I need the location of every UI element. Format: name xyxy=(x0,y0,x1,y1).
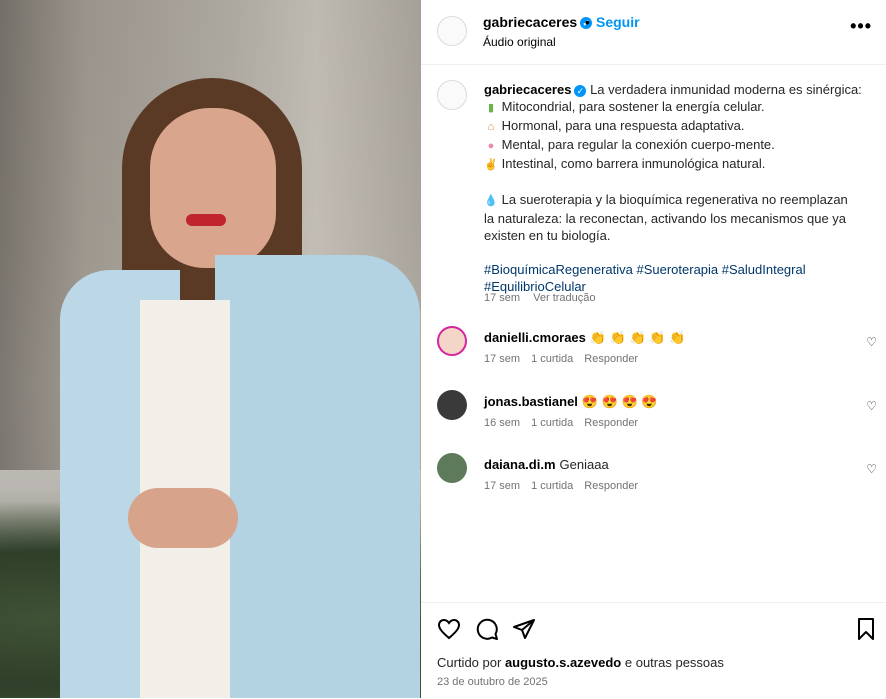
battery-icon: ▮ xyxy=(487,102,495,114)
comment-time: 16 sem xyxy=(484,417,521,429)
comment-meta: 17 sem 1 curtida Responder xyxy=(484,480,649,492)
comment-item: danielli.cmoraes 👏 👏 👏 👏 👏 17 sem 1 curtid… xyxy=(421,326,886,378)
caption-paragraph-line: existen en tu biología. xyxy=(484,228,611,243)
commenter-username[interactable]: daiana.di.m xyxy=(484,457,556,472)
caption-item-text: Mental, para regular la conexión cuerpo-… xyxy=(501,137,775,152)
like-comment-heart-icon[interactable]: ♡ xyxy=(866,399,877,413)
post-footer: Curtido por augusto.s.azevedo e outras p… xyxy=(421,602,886,699)
leaf-icon: ✌ xyxy=(484,159,498,171)
author-avatar[interactable] xyxy=(437,16,467,46)
author-username-text[interactable]: gabriecaceres xyxy=(483,14,577,30)
liked-by-text[interactable]: Curtido por augusto.s.azevedo e outras p… xyxy=(437,655,724,670)
commenter-username[interactable]: danielli.cmoraes xyxy=(484,330,586,345)
comment-meta: 16 sem 1 curtida Responder xyxy=(484,417,649,429)
blazer-right xyxy=(215,255,420,698)
caption-item-text: Intestinal, como barrera inmunológica na… xyxy=(501,156,766,171)
post-caption: gabriecaceres ✓ La verdadera inmunidad mo… xyxy=(484,81,874,295)
separator-dot: • xyxy=(585,14,590,30)
comment-likes[interactable]: 1 curtida xyxy=(531,353,573,365)
post-header: gabriecaceres ✓ • Seguir Áudio original •… xyxy=(421,0,886,65)
comment-likes[interactable]: 1 curtida xyxy=(531,480,573,492)
follow-button[interactable]: Seguir xyxy=(596,14,640,30)
caption-item: ✌ Intestinal, como barrera inmunológica … xyxy=(484,155,874,174)
save-bookmark-icon[interactable] xyxy=(854,617,878,641)
caption-username[interactable]: gabriecaceres xyxy=(484,82,571,97)
caption-paragraph: 💧 La sueroterapia y la bioquímica regene… xyxy=(484,191,874,210)
comment-bubble-icon[interactable] xyxy=(475,617,499,641)
hashtags-line[interactable]: #BioquímicaRegenerativa #Sueroterapia #S… xyxy=(484,261,874,278)
comment-text: daiana.di.m Geniaaa xyxy=(484,457,609,472)
liked-by-suffix: e outras pessoas xyxy=(624,655,724,670)
caption-paragraph-line: la naturaleza: la reconectan, activando … xyxy=(484,211,847,226)
post-details-panel: gabriecaceres ✓ • Seguir Áudio original •… xyxy=(421,0,886,698)
comment-time: 17 sem xyxy=(484,353,521,365)
droplet-icon: 💧 xyxy=(484,195,498,207)
reply-button[interactable]: Responder xyxy=(584,480,638,492)
caption-item-text: Hormonal, para una respuesta adaptativa. xyxy=(501,118,745,133)
commenter-avatar[interactable] xyxy=(437,390,467,420)
comment-item: daiana.di.m Geniaaa 17 sem 1 curtida Respon… xyxy=(421,453,886,505)
post-date: 23 de outubro de 2025 xyxy=(437,676,548,688)
commenter-avatar[interactable] xyxy=(437,326,467,356)
like-heart-icon[interactable] xyxy=(437,617,461,641)
reply-button[interactable]: Responder xyxy=(584,353,638,365)
reply-button[interactable]: Responder xyxy=(584,417,638,429)
like-comment-heart-icon[interactable]: ♡ xyxy=(866,462,877,476)
comment-text: jonas.bastianel 😍 😍 😍 😍 xyxy=(484,394,658,410)
caption-meta: 17 sem Ver tradução xyxy=(484,292,606,304)
comment-likes[interactable]: 1 curtida xyxy=(531,417,573,429)
comment-time: 17 sem xyxy=(484,480,521,492)
comment-body: 👏 👏 👏 👏 👏 xyxy=(589,330,686,345)
author-username[interactable]: gabriecaceres ✓ xyxy=(483,14,593,30)
caption-paragraph-line: La sueroterapia y la bioquímica regenera… xyxy=(501,192,848,207)
caption-gap xyxy=(484,244,874,261)
post-image[interactable] xyxy=(0,0,421,698)
more-options-icon[interactable]: ••• xyxy=(850,16,872,36)
caption-item-text: Mitocondrial, para sostener la energía c… xyxy=(501,99,765,114)
comment-body: 😍 😍 😍 😍 xyxy=(581,394,658,409)
liked-by-prefix: Curtido por xyxy=(437,655,502,670)
commenter-avatar[interactable] xyxy=(437,453,467,483)
person-hand xyxy=(128,488,238,548)
person-face xyxy=(150,108,276,268)
share-plane-icon[interactable] xyxy=(512,617,536,641)
comment-text: danielli.cmoraes 👏 👏 👏 👏 👏 xyxy=(484,330,685,346)
caption-item: ⌂ Hormonal, para una respuesta adaptativ… xyxy=(484,117,874,136)
caption-author-avatar[interactable] xyxy=(437,80,467,110)
caption-item: ▮ Mitocondrial, para sostener la energía… xyxy=(484,98,874,117)
cake-icon: ⌂ xyxy=(487,121,495,133)
caption-item: ● Mental, para regular la conexión cuerp… xyxy=(484,136,874,155)
person-lips xyxy=(186,214,226,226)
brain-icon: ● xyxy=(487,140,495,152)
verified-badge-icon: ✓ xyxy=(574,84,587,97)
original-audio-link[interactable]: Áudio original xyxy=(483,35,556,49)
like-comment-heart-icon[interactable]: ♡ xyxy=(866,335,877,349)
caption-time: 17 sem xyxy=(484,292,521,304)
commenter-username[interactable]: jonas.bastianel xyxy=(484,394,578,409)
comment-item: jonas.bastianel 😍 😍 😍 😍 16 sem 1 curtida Re… xyxy=(421,390,886,442)
caption-intro: La verdadera inmunidad moderna es sinérg… xyxy=(590,82,862,97)
comment-body: Geniaaa xyxy=(559,457,609,472)
caption-first-line: gabriecaceres ✓ La verdadera inmunidad mo… xyxy=(484,81,874,98)
caption-gap xyxy=(484,174,874,191)
translate-link[interactable]: Ver tradução xyxy=(533,292,595,304)
comment-meta: 17 sem 1 curtida Responder xyxy=(484,353,649,365)
liked-by-user[interactable]: augusto.s.azevedo xyxy=(505,655,621,670)
